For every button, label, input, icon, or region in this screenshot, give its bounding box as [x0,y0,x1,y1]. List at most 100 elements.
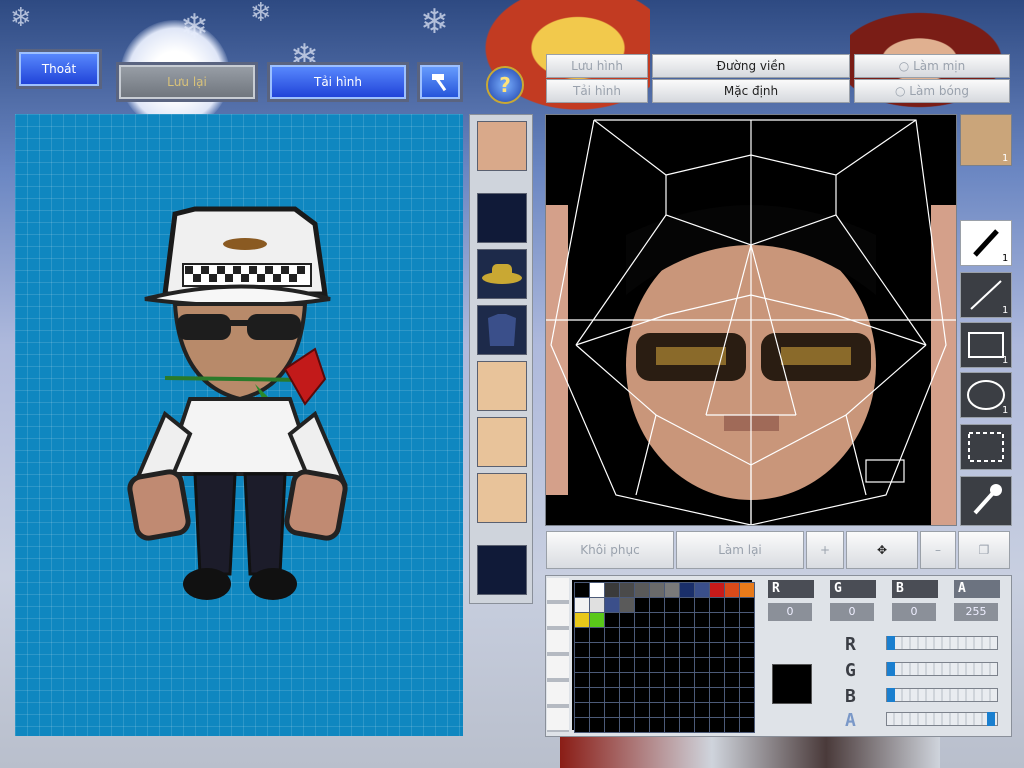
part-slot-face[interactable] [477,121,527,171]
palette-cell[interactable] [679,657,695,673]
load-image-button[interactable]: Tải hình [267,62,409,102]
palette-cell[interactable] [604,687,620,703]
hammer-button[interactable] [417,62,463,102]
palette-cell[interactable] [574,657,590,673]
palette-cell[interactable] [604,672,620,688]
palette-cell[interactable] [619,717,635,733]
palette-cell[interactable] [649,627,665,643]
channel-g-value[interactable]: 0 [830,603,874,621]
palette-cell[interactable] [604,582,620,598]
rectangle-tool[interactable]: 1 [960,322,1012,368]
palette-cell[interactable] [574,627,590,643]
palette-cell[interactable] [649,612,665,628]
palette-cell[interactable] [664,702,680,718]
palette-cell[interactable] [649,657,665,673]
palette-cell[interactable] [604,627,620,643]
palette-cell[interactable] [709,642,725,658]
palette-cell[interactable] [634,582,650,598]
palette-cell[interactable] [739,582,755,598]
restore-button[interactable]: Khôi phục [546,531,674,569]
palette-cell[interactable] [589,582,605,598]
palette-cell[interactable] [634,657,650,673]
palette-cell[interactable] [679,582,695,598]
palette-cell[interactable] [679,612,695,628]
palette-cell[interactable] [709,702,725,718]
part-slot-eyes[interactable] [477,361,527,411]
palette-grid[interactable] [572,580,755,733]
redo-button[interactable]: Làm lại [676,531,804,569]
palette-cell[interactable] [694,702,710,718]
part-slot-hat[interactable] [477,249,527,299]
pen-tool[interactable]: 1 [960,220,1012,266]
palette-cell[interactable] [739,627,755,643]
palette-cell[interactable] [634,642,650,658]
palette-cell[interactable] [634,687,650,703]
palette-cell[interactable] [694,597,710,613]
face-editor-canvas[interactable] [545,114,957,526]
palette-cell[interactable] [739,717,755,733]
outline-button[interactable]: Đường viền [652,54,850,78]
slider-knob[interactable] [987,712,995,726]
palette-cell[interactable] [619,627,635,643]
palette-cell[interactable] [634,702,650,718]
palette-cell[interactable] [709,657,725,673]
palette-cell[interactable] [589,612,605,628]
save-button[interactable]: Lưu lại [116,62,258,102]
palette-cell[interactable] [589,657,605,673]
save-image-button[interactable]: Lưu hình [546,54,648,78]
palette-cell[interactable] [634,597,650,613]
palette-cell[interactable] [589,672,605,688]
green-slider[interactable] [886,662,998,676]
palette-cell[interactable] [709,612,725,628]
palette-cell[interactable] [694,687,710,703]
line-tool[interactable]: 1 [960,272,1012,318]
palette-cell[interactable] [589,597,605,613]
palette-cell[interactable] [679,597,695,613]
palette-cell[interactable] [664,717,680,733]
part-slot-empty[interactable] [477,193,527,243]
load-image-tab[interactable]: Tải hình [546,79,648,103]
zoom-out-button[interactable]: – [920,531,956,569]
palette-cell[interactable] [634,717,650,733]
palette-cell[interactable] [679,627,695,643]
palette-cell[interactable] [739,702,755,718]
palette-cell[interactable] [619,612,635,628]
channel-r-value[interactable]: 0 [768,603,812,621]
palette-cell[interactable] [724,717,740,733]
palette-cell[interactable] [709,627,725,643]
palette-cell[interactable] [649,702,665,718]
palette-cell[interactable] [709,582,725,598]
palette-cell[interactable] [574,597,590,613]
palette-cell[interactable] [679,642,695,658]
palette-cell[interactable] [739,612,755,628]
palette-cell[interactable] [604,612,620,628]
palette-cell[interactable] [604,597,620,613]
palette-cell[interactable] [694,642,710,658]
palette-cell[interactable] [574,582,590,598]
palette-cell[interactable] [664,627,680,643]
palette-cell[interactable] [589,627,605,643]
palette-cell[interactable] [709,672,725,688]
palette-cell[interactable] [694,627,710,643]
palette-cell[interactable] [694,612,710,628]
palette-cell[interactable] [604,702,620,718]
part-slot-nose[interactable] [477,417,527,467]
default-button[interactable]: Mặc định [652,79,850,103]
palette-cell[interactable] [574,642,590,658]
palette-cell[interactable] [694,657,710,673]
palette-cell[interactable] [619,582,635,598]
palette-cell[interactable] [634,672,650,688]
palette-cell[interactable] [664,582,680,598]
slider-knob[interactable] [887,636,895,650]
palette-cell[interactable] [649,642,665,658]
channel-a-value[interactable]: 255 [954,603,998,621]
palette-cell[interactable] [664,657,680,673]
palette-cell[interactable] [739,687,755,703]
exit-button[interactable]: Thoát [16,49,102,89]
palette-cell[interactable] [574,612,590,628]
palette-cell[interactable] [619,687,635,703]
palette-cell[interactable] [694,582,710,598]
palette-cell[interactable] [739,672,755,688]
shade-button[interactable]: ○ Làm bóng [854,79,1010,103]
palette-cell[interactable] [664,687,680,703]
